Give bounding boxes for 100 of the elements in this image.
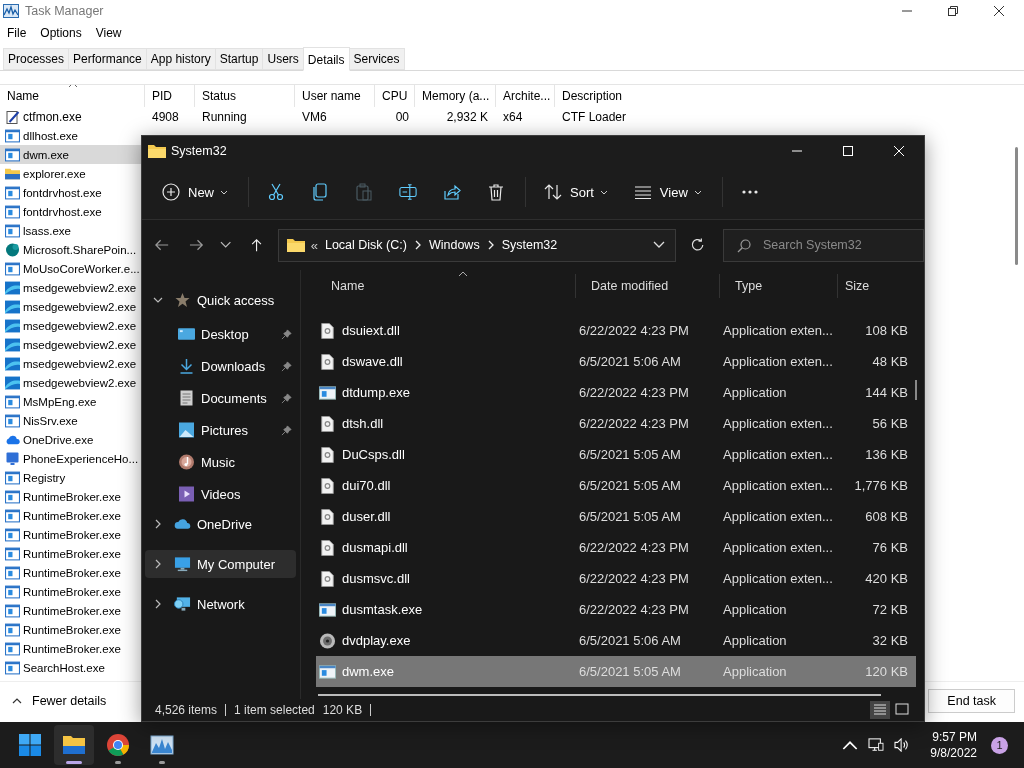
scrollbar[interactable]	[1015, 147, 1018, 265]
network-icon[interactable]	[868, 738, 885, 752]
column-header[interactable]: Date modified	[576, 274, 720, 298]
tab[interactable]: Users	[262, 48, 304, 70]
tab[interactable]: Startup	[214, 48, 264, 70]
tab[interactable]: App history	[145, 48, 216, 70]
column-header[interactable]: CPU	[375, 85, 415, 107]
chevron-right-icon[interactable]	[487, 240, 494, 250]
column-header[interactable]: User name	[295, 85, 375, 107]
scrollbar[interactable]	[915, 380, 917, 400]
chevron-right-icon[interactable]	[414, 240, 421, 250]
table-row[interactable]: SearchHost.exe	[0, 658, 141, 677]
column-header[interactable]: Memory (a...	[415, 85, 496, 107]
details-view-button[interactable]	[870, 701, 890, 719]
menu-item[interactable]: Options	[40, 26, 82, 40]
chevron-right-icon[interactable]	[153, 599, 163, 609]
table-row[interactable]: msedgewebview2.exe	[0, 335, 141, 354]
chevron-right-icon[interactable]	[153, 519, 163, 529]
table-row[interactable]: dllhost.exe	[0, 126, 141, 145]
column-header[interactable]: Type	[720, 274, 838, 298]
tab[interactable]: Details	[302, 47, 350, 71]
notification-badge[interactable]: 1	[991, 736, 1008, 754]
table-row[interactable]: OneDrive.exe	[0, 430, 141, 449]
nav-item[interactable]: OneDrive	[145, 510, 296, 538]
nav-item[interactable]: Documents	[142, 382, 300, 414]
column-header[interactable]: Name	[316, 274, 576, 298]
menu-item[interactable]: View	[95, 26, 122, 40]
table-row[interactable]: msedgewebview2.exe	[0, 316, 141, 335]
file-row[interactable]: dvdplay.exe 6/5/2021 5:06 AM Application 32 KB	[316, 625, 916, 656]
nav-item[interactable]: Music	[142, 446, 300, 478]
fewer-details-button[interactable]: Fewer details	[8, 694, 111, 708]
table-row[interactable]: RuntimeBroker.exe	[0, 639, 141, 658]
table-row[interactable]: fontdrvhost.exe	[0, 183, 141, 202]
close-icon[interactable]	[994, 6, 1004, 16]
table-row[interactable]: explorer.exe	[0, 164, 141, 183]
column-header[interactable]: Size	[838, 274, 908, 298]
column-header[interactable]: Name	[0, 85, 145, 107]
chevron-right-icon[interactable]	[153, 559, 163, 569]
table-row[interactable]: dwm.exe	[0, 145, 141, 164]
forward-arrow-icon[interactable]	[189, 238, 205, 252]
table-row[interactable]: MoUsoCoreWorker.e...	[0, 259, 141, 278]
menu-item[interactable]: File	[7, 26, 27, 40]
table-row[interactable]: msedgewebview2.exe	[0, 373, 141, 392]
table-row[interactable]: RuntimeBroker.exe	[0, 582, 141, 601]
table-row[interactable]: msedgewebview2.exe	[0, 278, 141, 297]
table-row[interactable]: fontdrvhost.exe	[0, 202, 141, 221]
breadcrumb-overflow[interactable]: «	[310, 237, 318, 253]
table-row[interactable]: RuntimeBroker.exe	[0, 487, 141, 506]
file-row[interactable]: dusmtask.exe 6/22/2022 4:23 PM Application 72 KB	[316, 594, 916, 625]
table-row[interactable]: MsMpEng.exe	[0, 392, 141, 411]
nav-item[interactable]: Desktop	[142, 318, 300, 350]
nav-item[interactable]: Videos	[142, 478, 300, 510]
address-bar[interactable]: « Local Disk (C:) Windows System32	[277, 228, 676, 262]
table-row[interactable]: PhoneExperienceHo...	[0, 449, 141, 468]
table-row[interactable]: RuntimeBroker.exe	[0, 620, 141, 639]
file-row[interactable]: duser.dll 6/5/2021 5:05 AM Application exten... 608 KB	[316, 501, 916, 532]
file-row[interactable]: dtdump.exe 6/22/2022 4:23 PM Application 144 KB	[316, 377, 916, 408]
table-row[interactable]: RuntimeBroker.exe	[0, 506, 141, 525]
back-arrow-icon[interactable]	[154, 238, 170, 252]
scrollbar[interactable]	[318, 694, 881, 696]
refresh-icon[interactable]	[689, 237, 705, 253]
table-row[interactable]: Microsoft.SharePoin...	[0, 240, 141, 259]
table-row[interactable]: Registry	[0, 468, 141, 487]
maximize-icon[interactable]	[843, 145, 853, 156]
file-row[interactable]: dui70.dll 6/5/2021 5:05 AM Application exten... 1,776 KB	[316, 470, 916, 501]
view-button[interactable]: View	[623, 175, 712, 209]
table-row[interactable]: NisSrv.exe	[0, 411, 141, 430]
sort-button[interactable]: Sort	[534, 175, 618, 209]
file-row[interactable]: dusmapi.dll 6/22/2022 4:23 PM Application exten... 76 KB	[316, 532, 916, 563]
breadcrumb-item[interactable]: Windows	[428, 238, 480, 252]
search-field[interactable]: Search System32	[723, 228, 924, 262]
breadcrumb-item[interactable]: Local Disk (C:)	[324, 238, 407, 252]
table-row[interactable]: RuntimeBroker.exe	[0, 563, 141, 582]
end-task-button[interactable]: End task	[928, 689, 1015, 713]
new-button[interactable]: New	[156, 175, 238, 209]
chevron-down-icon[interactable]	[220, 241, 232, 249]
nav-item[interactable]: Quick access	[145, 284, 296, 316]
table-row[interactable]: msedgewebview2.exe	[0, 297, 141, 316]
restore-icon[interactable]	[948, 6, 958, 16]
file-row[interactable]: dswave.dll 6/5/2021 5:06 AM Application exten... 48 KB	[316, 346, 916, 377]
column-header[interactable]: Status	[195, 85, 295, 107]
file-row[interactable]: dtsh.dll 6/22/2022 4:23 PM Application exten... 56 KB	[316, 408, 916, 439]
tab[interactable]: Processes	[3, 48, 70, 70]
column-header[interactable]: PID	[145, 85, 195, 107]
table-row[interactable]: lsass.exe	[0, 221, 141, 240]
table-row[interactable]: msedgewebview2.exe	[0, 354, 141, 373]
table-row[interactable]: ctfmon.exe 4908 Running VM6 00 2,932 K x64 CTF Loader	[0, 107, 1024, 126]
column-header[interactable]: Archite...	[496, 85, 555, 107]
file-row[interactable]: dsuiext.dll 6/22/2022 4:23 PM Application exten... 108 KB	[316, 315, 916, 346]
volume-icon[interactable]	[894, 738, 911, 752]
nav-item[interactable]: Downloads	[142, 350, 300, 382]
file-row[interactable]: DuCsps.dll 6/5/2021 5:05 AM Application exten... 136 KB	[316, 439, 916, 470]
clock-time[interactable]: 9:57 PM	[932, 729, 977, 745]
chevron-down-icon[interactable]	[652, 241, 665, 249]
file-row[interactable]: dusmsvc.dll 6/22/2022 4:23 PM Application exten... 420 KB	[316, 563, 916, 594]
breadcrumb-item[interactable]: System32	[501, 238, 558, 252]
column-header[interactable]: Description	[555, 85, 1024, 107]
nav-item[interactable]: Network	[145, 590, 296, 618]
tab[interactable]: Services	[348, 48, 405, 70]
file-row[interactable]: dwm.exe 6/5/2021 5:05 AM Application 120 KB	[316, 656, 916, 687]
